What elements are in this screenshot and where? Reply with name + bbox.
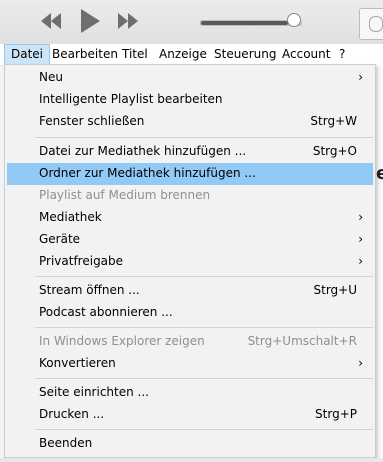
- toolbar: [0, 0, 383, 44]
- menu-item-label: Ordner zur Mediathek hinzufügen ...: [39, 166, 256, 180]
- menu-item-fenster-schliessen[interactable]: Fenster schließen Strg+W: [7, 111, 373, 133]
- menu-separator: [35, 429, 373, 430]
- menu-bearbeiten[interactable]: Bearbeiten: [46, 44, 124, 65]
- datei-menu-dropdown: Neu › Intelligente Playlist bearbeiten F…: [4, 64, 376, 458]
- menu-item-label: Seite einrichten ...: [39, 385, 149, 399]
- submenu-arrow-icon: ›: [358, 254, 363, 268]
- status-display-button[interactable]: [359, 8, 383, 40]
- menu-item-label: Geräte: [39, 232, 81, 246]
- menu-item-shortcut: Strg+O: [312, 144, 357, 158]
- menu-item-label: Drucken ...: [39, 407, 105, 421]
- menu-item-beenden[interactable]: Beenden: [7, 433, 373, 455]
- menu-item-playlist-brennen: Playlist auf Medium brennen: [7, 185, 373, 207]
- menu-item-seite-einrichten[interactable]: Seite einrichten ...: [7, 382, 373, 404]
- menu-item-label: Intelligente Playlist bearbeiten: [39, 92, 223, 106]
- menu-datei[interactable]: Datei: [4, 44, 51, 65]
- next-track-button[interactable]: [116, 10, 140, 35]
- rewind-icon: [41, 13, 61, 29]
- play-button[interactable]: [78, 8, 102, 37]
- fast-forward-icon: [118, 13, 138, 29]
- menu-item-label: Mediathek: [39, 210, 102, 224]
- menu-titel[interactable]: Titel: [116, 44, 154, 65]
- menu-item-label: Fenster schließen: [39, 114, 145, 128]
- menu-item-label: Beenden: [39, 436, 93, 450]
- menu-separator: [35, 276, 373, 277]
- volume-slider-thumb[interactable]: [287, 13, 301, 27]
- menu-account[interactable]: Account: [276, 44, 336, 65]
- menu-item-label: Datei zur Mediathek hinzufügen ...: [39, 144, 247, 158]
- volume-level: [201, 21, 288, 25]
- menu-item-datei-hinzufuegen[interactable]: Datei zur Mediathek hinzufügen ... Strg+…: [7, 141, 373, 163]
- menu-anzeige[interactable]: Anzeige: [153, 44, 213, 65]
- background-text: e: [376, 163, 383, 184]
- apple-icon: [369, 16, 383, 32]
- menu-item-label: Neu: [39, 70, 63, 84]
- submenu-arrow-icon: ›: [358, 356, 363, 370]
- menu-bar: Datei Bearbeiten Titel Anzeige Steuerung…: [0, 44, 383, 66]
- submenu-arrow-icon: ›: [358, 232, 363, 246]
- menu-item-podcast-abonnieren[interactable]: Podcast abonnieren ...: [7, 302, 373, 324]
- menu-item-stream-oeffnen[interactable]: Stream öffnen ... Strg+U: [7, 280, 373, 302]
- menu-item-label: Konvertieren: [39, 356, 116, 370]
- menu-help[interactable]: ?: [333, 44, 351, 65]
- menu-item-shortcut: Strg+W: [310, 114, 357, 128]
- menu-item-shortcut: Strg+P: [315, 407, 357, 421]
- menu-item-label: Podcast abonnieren ...: [39, 305, 173, 319]
- play-icon: [81, 9, 100, 33]
- menu-item-privatfreigabe[interactable]: Privatfreigabe ›: [7, 251, 373, 273]
- submenu-arrow-icon: ›: [358, 70, 363, 84]
- menu-item-mediathek[interactable]: Mediathek ›: [7, 207, 373, 229]
- background-content: [0, 458, 383, 462]
- menu-steuerung[interactable]: Steuerung: [208, 44, 282, 65]
- menu-item-konvertieren[interactable]: Konvertieren ›: [7, 353, 373, 375]
- previous-track-button[interactable]: [39, 10, 63, 35]
- menu-separator: [35, 378, 373, 379]
- menu-separator: [35, 327, 373, 328]
- menu-item-label: Stream öffnen ...: [39, 283, 140, 297]
- menu-item-label: Privatfreigabe: [39, 254, 124, 268]
- menu-item-ordner-hinzufuegen[interactable]: Ordner zur Mediathek hinzufügen ...: [7, 163, 373, 185]
- menu-item-windows-explorer: In Windows Explorer zeigen Strg+Umschalt…: [7, 331, 373, 353]
- menu-item-geraete[interactable]: Geräte ›: [7, 229, 373, 251]
- menu-item-neu[interactable]: Neu ›: [7, 67, 373, 89]
- menu-item-label: In Windows Explorer zeigen: [39, 334, 205, 348]
- menu-item-drucken[interactable]: Drucken ... Strg+P: [7, 404, 373, 426]
- menu-item-shortcut: Strg+Umschalt+R: [247, 334, 357, 348]
- menu-item-shortcut: Strg+U: [313, 283, 358, 297]
- menu-item-intelligente-playlist[interactable]: Intelligente Playlist bearbeiten: [7, 89, 373, 111]
- menu-item-label: Playlist auf Medium brennen: [39, 188, 211, 202]
- submenu-arrow-icon: ›: [358, 210, 363, 224]
- menu-separator: [35, 137, 373, 138]
